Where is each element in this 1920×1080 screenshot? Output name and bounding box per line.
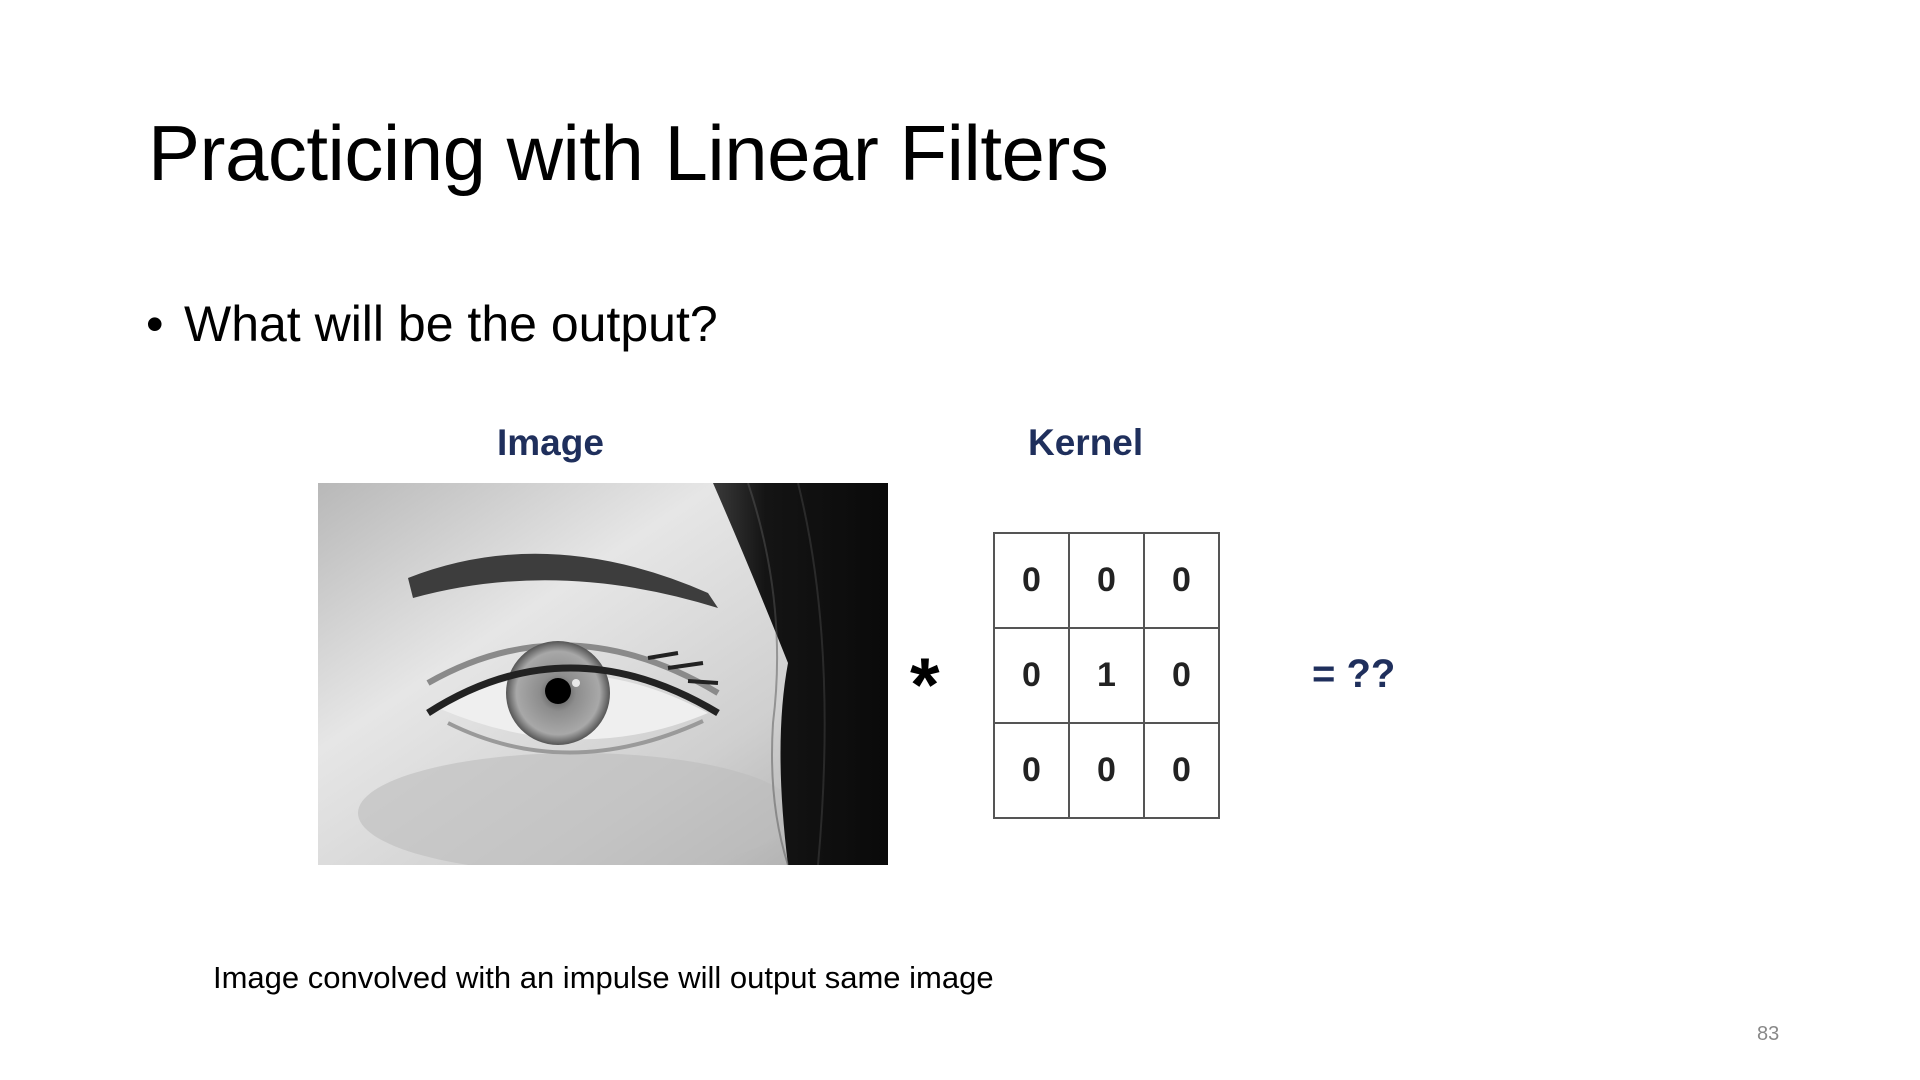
kernel-cell: 0 <box>1068 532 1145 629</box>
kernel-cell: 0 <box>1143 627 1220 724</box>
kernel-row: 0 0 0 <box>993 532 1220 629</box>
kernel-row: 0 1 0 <box>993 627 1220 724</box>
result-expression: = ?? <box>1312 652 1396 696</box>
bullet-point: • What will be the output? <box>146 295 718 353</box>
bullet-marker: • <box>146 296 164 352</box>
kernel-label: Kernel <box>1028 422 1144 463</box>
eye-photo <box>318 483 888 865</box>
caption: Image convolved with an impulse will out… <box>213 960 994 995</box>
image-label: Image <box>497 422 604 463</box>
slide-title: Practicing with Linear Filters <box>148 109 1109 197</box>
bullet-text: What will be the output? <box>184 296 718 352</box>
slide: Practicing with Linear Filters • What wil… <box>0 0 1920 1080</box>
kernel-grid: 0 0 0 0 1 0 0 0 0 <box>993 532 1220 819</box>
kernel-cell: 0 <box>993 722 1070 819</box>
kernel-row: 0 0 0 <box>993 722 1220 819</box>
page-number: 83 <box>1757 1023 1780 1045</box>
kernel-cell: 0 <box>993 532 1070 629</box>
convolution-operator: * <box>910 643 940 728</box>
kernel-cell: 1 <box>1068 627 1145 724</box>
kernel-cell: 0 <box>1068 722 1145 819</box>
kernel-cell: 0 <box>993 627 1070 724</box>
kernel-cell: 0 <box>1143 722 1220 819</box>
kernel-cell: 0 <box>1143 532 1220 629</box>
